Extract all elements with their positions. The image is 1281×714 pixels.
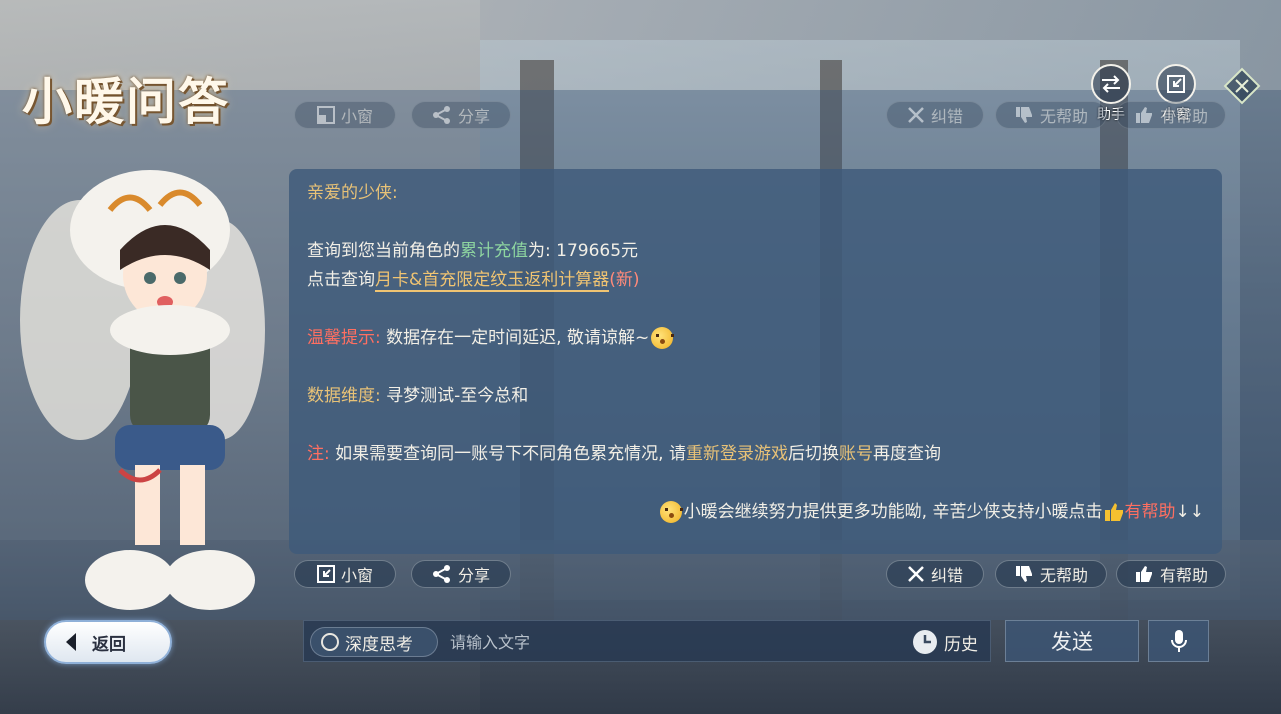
thumbs-down-icon (1015, 107, 1032, 123)
note-text-1: 如果需要查询同一账号下不同角色累充情况, 请 (335, 444, 686, 464)
note-text-2: 后切换 (787, 444, 839, 464)
input-bar: 深度思考 历史 (303, 620, 991, 662)
shush-emoji-icon (659, 501, 683, 523)
x-icon (908, 566, 924, 582)
message-input[interactable] (450, 627, 890, 657)
history-button[interactable]: 历史 (912, 627, 978, 657)
tip-text: 数据存在一定时间延迟, 敬请谅解~ (386, 328, 650, 348)
share-icon (432, 106, 450, 124)
character-illustration (20, 170, 265, 610)
helpful-button[interactable]: 有帮助 (1116, 560, 1226, 588)
share-button-top[interactable]: 分享 (411, 101, 511, 129)
not-helpful-button-top[interactable]: 无帮助 (995, 101, 1107, 129)
dimension-label: 数据维度: (307, 386, 381, 406)
answer-card: 亲爱的少侠: 查询到您当前角色的累计充值为: 179665元 点击查询月卡&首充… (289, 169, 1222, 554)
not-helpful-button[interactable]: 无帮助 (995, 560, 1107, 588)
footer-helpful: 有帮助 (1124, 502, 1176, 522)
new-badge: (新) (609, 270, 640, 290)
clock-icon (913, 630, 937, 654)
dimension-text: 寻梦测试-至今总和 (386, 386, 529, 406)
radio-icon (321, 633, 339, 651)
swap-icon (1091, 64, 1131, 104)
tip-line: 温馨提示: 数据存在一定时间延迟, 敬请谅解~ (307, 324, 675, 353)
recharge-prefix: 查询到您当前角色的 (307, 241, 460, 261)
helpful-label: 有帮助 (1159, 107, 1208, 126)
share-label: 分享 (457, 566, 490, 585)
recharge-value: 为: 179665元 (528, 241, 639, 261)
thumbs-up-emoji-icon (1104, 503, 1123, 521)
dimension-line: 数据维度: 寻梦测试-至今总和 (307, 382, 528, 411)
mini-window-label: 小窗 (340, 107, 373, 126)
history-label: 历史 (944, 634, 978, 655)
mini-window-icon (316, 565, 335, 583)
correct-label: 纠错 (930, 566, 963, 585)
back-label: 返回 (92, 634, 126, 655)
calculator-prefix: 点击查询 (307, 270, 375, 290)
share-icon (432, 565, 450, 583)
thumbs-up-icon (1135, 566, 1152, 582)
back-arrow-icon (66, 633, 76, 651)
note-text-3: 再度查询 (872, 444, 941, 464)
tip-label: 温馨提示: (307, 328, 381, 348)
deep-think-label: 深度思考 (345, 634, 413, 655)
shush-emoji-icon (651, 327, 675, 349)
share-label: 分享 (457, 107, 490, 126)
recharge-highlight: 累计充值 (460, 241, 528, 261)
helpful-button-top[interactable]: 有帮助 (1116, 101, 1226, 129)
note-account: 账号 (838, 444, 873, 464)
mini-window-button-top[interactable]: 小窗 (294, 101, 396, 129)
mini-window-icon (316, 106, 335, 124)
not-helpful-label: 无帮助 (1039, 566, 1088, 585)
recharge-line: 查询到您当前角色的累计充值为: 179665元 (307, 237, 638, 266)
mini-window-button[interactable]: 小窗 (294, 560, 396, 588)
back-button[interactable]: 返回 (44, 620, 172, 664)
correct-button-top[interactable]: 纠错 (886, 101, 984, 129)
note-label: 注: (307, 444, 330, 464)
correct-button[interactable]: 纠错 (886, 560, 984, 588)
mic-icon (1170, 630, 1187, 652)
voice-button[interactable] (1148, 620, 1209, 662)
x-icon (908, 107, 924, 123)
thumbs-down-icon (1015, 566, 1032, 582)
thumbs-up-icon (1135, 107, 1152, 123)
greeting: 亲爱的少侠: (307, 183, 398, 203)
mini-window-icon (1156, 64, 1196, 104)
footer-line: 小暖会继续努力提供更多功能呦, 辛苦少侠支持小暖点击 有帮助↓↓ (658, 498, 1204, 527)
helpful-label: 有帮助 (1159, 566, 1208, 585)
note-relogin: 重新登录游戏 (685, 444, 788, 464)
mini-window-label: 小窗 (340, 566, 373, 585)
close-diamond-icon[interactable] (1222, 66, 1262, 106)
send-label: 发送 (1051, 630, 1093, 654)
calculator-link[interactable]: 月卡&首充限定纹玉返利计算器 (375, 270, 610, 292)
footer-arrows: ↓↓ (1175, 502, 1205, 522)
share-button[interactable]: 分享 (411, 560, 511, 588)
correct-label: 纠错 (930, 107, 963, 126)
footer-text: 小暖会继续努力提供更多功能呦, 辛苦少侠支持小暖点击 (683, 502, 1103, 522)
note-line: 注: 如果需要查询同一账号下不同角色累充情况, 请重新登录游戏后切换账号再度查询 (307, 440, 941, 469)
app-logo: 小暖问答 (22, 72, 230, 131)
send-button[interactable]: 发送 (1005, 620, 1139, 662)
calculator-line: 点击查询月卡&首充限定纹玉返利计算器(新) (307, 266, 640, 295)
deep-think-toggle[interactable]: 深度思考 (310, 627, 438, 657)
not-helpful-label: 无帮助 (1039, 107, 1088, 126)
